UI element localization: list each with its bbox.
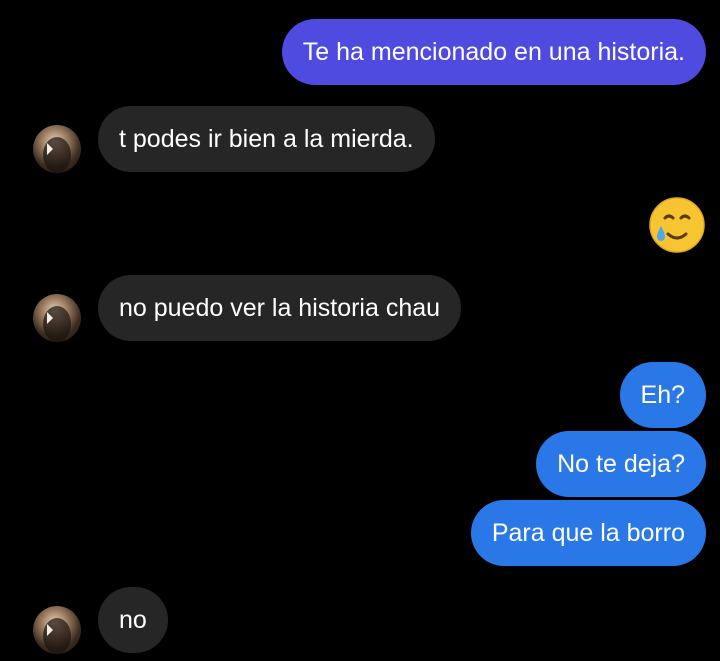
message-bubble-story-mention[interactable]: Te ha mencionado en una historia. [281, 19, 706, 85]
contact-avatar[interactable] [33, 125, 81, 173]
message-bubble-incoming[interactable]: t podes ir bien a la mierda. [98, 106, 435, 172]
message-bubble-incoming[interactable]: no [98, 587, 168, 653]
message-bubble-outgoing[interactable]: No te deja? [536, 431, 706, 497]
message-bubble-outgoing[interactable]: Eh? [619, 362, 706, 428]
smiling-face-with-tear-icon[interactable] [648, 196, 706, 254]
contact-avatar[interactable] [33, 606, 81, 654]
avatar-photo-icon [43, 306, 71, 342]
contact-avatar[interactable] [33, 294, 81, 342]
message-bubble-outgoing[interactable]: Para que la borro [470, 500, 706, 566]
avatar-photo-icon [43, 137, 71, 173]
message-bubble-incoming[interactable]: no puedo ver la historia chau [98, 275, 462, 341]
avatar-photo-icon [43, 618, 71, 654]
message-thread: Te ha mencionado en una historia. t pode… [0, 0, 720, 661]
